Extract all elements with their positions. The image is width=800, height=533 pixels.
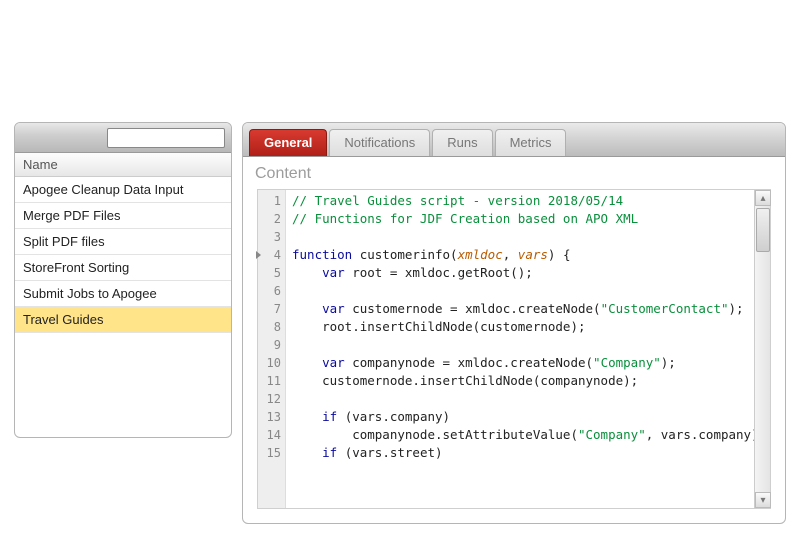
main-panel: GeneralNotificationsRunsMetrics Content … xyxy=(242,122,786,524)
section-title: Content xyxy=(243,157,785,189)
editor-gutter: 123456789101112131415 xyxy=(258,190,286,508)
scroll-up-icon[interactable]: ▴ xyxy=(755,190,771,206)
list-item[interactable]: Split PDF files xyxy=(15,229,231,255)
scroll-thumb[interactable] xyxy=(756,208,770,252)
tab-bar: GeneralNotificationsRunsMetrics xyxy=(243,123,785,157)
vertical-scrollbar[interactable]: ▴ ▾ xyxy=(754,190,770,508)
sidebar-header xyxy=(15,123,231,153)
column-header-name[interactable]: Name xyxy=(15,153,231,177)
editor-code[interactable]: // Travel Guides script - version 2018/0… xyxy=(286,190,754,508)
code-editor[interactable]: 123456789101112131415 // Travel Guides s… xyxy=(257,189,771,509)
sidebar-list: Apogee Cleanup Data InputMerge PDF Files… xyxy=(15,177,231,437)
list-item[interactable]: Merge PDF Files xyxy=(15,203,231,229)
app-root: Name Apogee Cleanup Data InputMerge PDF … xyxy=(14,122,786,524)
tab-general[interactable]: General xyxy=(249,129,327,156)
tab-metrics[interactable]: Metrics xyxy=(495,129,567,156)
list-item[interactable]: Travel Guides xyxy=(15,307,231,333)
list-item[interactable]: Submit Jobs to Apogee xyxy=(15,281,231,307)
tab-runs[interactable]: Runs xyxy=(432,129,492,156)
tab-notifications[interactable]: Notifications xyxy=(329,129,430,156)
scroll-down-icon[interactable]: ▾ xyxy=(755,492,771,508)
sidebar: Name Apogee Cleanup Data InputMerge PDF … xyxy=(14,122,232,438)
search-input[interactable] xyxy=(107,128,225,148)
list-item[interactable]: StoreFront Sorting xyxy=(15,255,231,281)
list-item[interactable]: Apogee Cleanup Data Input xyxy=(15,177,231,203)
